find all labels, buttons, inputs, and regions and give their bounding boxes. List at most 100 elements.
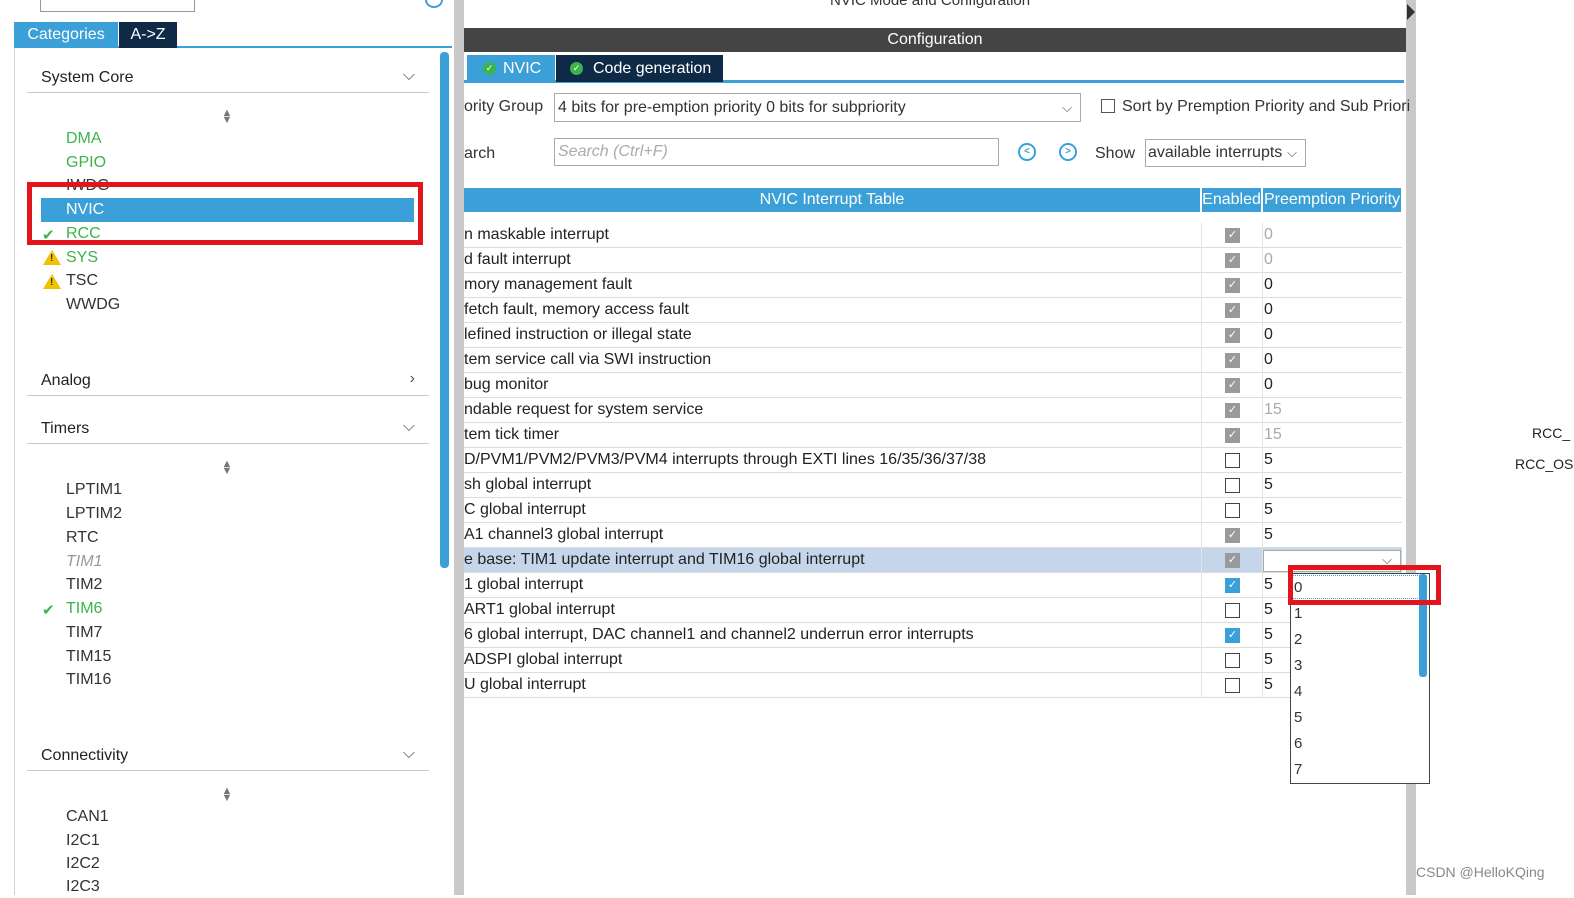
sidebar-item-can1[interactable]: CAN1 [66, 806, 109, 828]
table-row[interactable]: lefined instruction or illegal state ✓ 0 [464, 323, 1402, 348]
sidebar-item-tim16[interactable]: TIM16 [66, 669, 111, 691]
enabled-checkbox[interactable] [1225, 678, 1240, 693]
dropdown-option-1[interactable]: 1 [1294, 605, 1302, 622]
sidebar-item-tim1[interactable]: TIM1 [66, 551, 102, 573]
enabled-cell: ✓ [1201, 348, 1263, 373]
section-connectivity[interactable]: Connectivity ⌵ [27, 745, 429, 771]
preemption-priority[interactable]: 5 [1264, 501, 1273, 519]
previous-icon[interactable]: < [1018, 143, 1036, 161]
sidebar-item-tim6[interactable]: TIM6 [66, 598, 102, 620]
section-analog[interactable]: Analog › [27, 370, 429, 396]
preemption-priority[interactable]: 0 [1264, 276, 1273, 294]
table-row[interactable]: tem service call via SWI instruction ✓ 0 [464, 348, 1402, 373]
table-row[interactable]: sh global interrupt 5 [464, 473, 1402, 498]
enabled-checkbox[interactable] [1225, 653, 1240, 668]
table-row[interactable]: n maskable interrupt ✓ 0 [464, 223, 1402, 248]
next-icon[interactable]: > [1059, 143, 1077, 161]
preemption-priority[interactable]: 5 [1264, 526, 1273, 544]
panel-divider[interactable] [454, 0, 464, 895]
sort-checkbox[interactable] [1101, 99, 1115, 113]
dropdown-option-2[interactable]: 2 [1294, 631, 1302, 648]
table-row[interactable]: D/PVM1/PVM2/PVM3/PVM4 interrupts through… [464, 448, 1402, 473]
dropdown-option-6[interactable]: 6 [1294, 735, 1302, 752]
sort-icon[interactable]: ▲ ▼ [221, 459, 233, 477]
tab-nvic[interactable]: ✓ NVIC [467, 55, 555, 82]
preemption-priority[interactable]: 5 [1264, 576, 1273, 594]
preemption-priority[interactable]: 0 [1264, 326, 1273, 344]
preemption-priority[interactable]: 0 [1264, 301, 1273, 319]
table-row[interactable]: ndable request for system service ✓ 15 [464, 398, 1402, 423]
preemption-priority[interactable]: 5 [1264, 676, 1273, 694]
interrupt-name: ART1 global interrupt [464, 601, 615, 618]
tab-categories[interactable]: Categories [14, 22, 118, 48]
collapse-arrow-icon[interactable] [1407, 4, 1415, 20]
table-row[interactable]: 1 global interrupt ✓ 5 [464, 573, 1402, 598]
table-row[interactable]: bug monitor ✓ 0 [464, 373, 1402, 398]
preemption-priority[interactable]: 5 [1264, 651, 1273, 669]
table-row[interactable]: ADSPI global interrupt 5 [464, 648, 1402, 673]
sidebar-item-lptim2[interactable]: LPTIM2 [66, 503, 122, 525]
dropdown-option-5[interactable]: 5 [1294, 709, 1302, 726]
column-header-preemption[interactable]: Preemption Priority [1263, 188, 1401, 212]
top-search-box[interactable] [40, 0, 195, 12]
enabled-checkbox: ✓ [1225, 303, 1240, 318]
sidebar-item-sys[interactable]: SYS [66, 247, 98, 269]
column-header-name[interactable]: NVIC Interrupt Table [464, 188, 1200, 212]
dropdown-option-3[interactable]: 3 [1294, 657, 1302, 674]
enabled-cell: ✓ [1201, 223, 1263, 248]
table-row[interactable]: tem tick timer ✓ 15 [464, 423, 1402, 448]
sidebar-item-lptim1[interactable]: LPTIM1 [66, 479, 122, 501]
table-row-selected[interactable]: e base: TIM1 update interrupt and TIM16 … [464, 548, 1402, 573]
sidebar-item-wwdg[interactable]: WWDG [66, 294, 120, 316]
table-row[interactable]: ART1 global interrupt 5 [464, 598, 1402, 623]
preemption-priority[interactable]: 0 [1264, 351, 1273, 369]
enabled-checkbox[interactable] [1225, 603, 1240, 618]
dropdown-option-7[interactable]: 7 [1294, 761, 1302, 778]
left-scrollbar[interactable] [440, 52, 449, 568]
table-row[interactable]: d fault interrupt ✓ 0 [464, 248, 1402, 273]
sidebar-item-dma[interactable]: DMA [66, 128, 102, 150]
table-row[interactable]: U global interrupt 5 [464, 673, 1402, 698]
sidebar-item-tim7[interactable]: TIM7 [66, 622, 102, 644]
sort-icon[interactable]: ▲ ▼ [221, 786, 233, 804]
show-select[interactable]: available interrupts ⌵ [1145, 139, 1306, 167]
preemption-priority[interactable]: 0 [1264, 376, 1273, 394]
table-row[interactable]: mory management fault ✓ 0 [464, 273, 1402, 298]
preemption-priority[interactable]: 5 [1264, 626, 1273, 644]
table-row[interactable]: A1 channel3 global interrupt ✓ 5 [464, 523, 1402, 548]
section-timers[interactable]: Timers ⌵ [27, 418, 429, 444]
sidebar-item-i2c2[interactable]: I2C2 [66, 853, 100, 875]
preemption-priority[interactable]: 5 [1264, 601, 1273, 619]
gear-icon[interactable] [425, 0, 443, 8]
priority-group-select[interactable]: 4 bits for pre-emption priority 0 bits f… [554, 93, 1081, 122]
preemption-priority[interactable]: 5 [1264, 451, 1273, 469]
table-row[interactable]: fetch fault, memory access fault ✓ 0 [464, 298, 1402, 323]
warning-icon: ! [43, 250, 61, 265]
tab-a-z[interactable]: A->Z [119, 22, 177, 48]
tab-code-generation[interactable]: ✓ Code generation [556, 55, 723, 82]
table-row[interactable]: C global interrupt 5 [464, 498, 1402, 523]
interrupt-name: sh global interrupt [464, 476, 592, 493]
enabled-checkbox[interactable] [1225, 503, 1240, 518]
sidebar-item-rtc[interactable]: RTC [66, 527, 99, 549]
search-input[interactable]: Search (Ctrl+F) [554, 138, 999, 166]
dropdown-option-4[interactable]: 4 [1294, 683, 1302, 700]
sidebar-item-gpio[interactable]: GPIO [66, 152, 106, 174]
interrupt-name: mory management fault [464, 276, 633, 293]
enabled-checkbox[interactable] [1225, 453, 1240, 468]
preemption-priority[interactable]: 5 [1264, 476, 1273, 494]
sidebar-item-tsc[interactable]: TSC [66, 270, 98, 292]
table-row[interactable]: 6 global interrupt, DAC channel1 and cha… [464, 623, 1402, 648]
preemption-priority: 15 [1264, 426, 1282, 443]
enabled-checkbox[interactable] [1225, 478, 1240, 493]
enabled-checkbox[interactable]: ✓ [1225, 578, 1240, 593]
section-system-core[interactable]: System Core ⌵ [27, 67, 429, 93]
column-header-enabled[interactable]: Enabled [1202, 188, 1261, 212]
sidebar-item-i2c1[interactable]: I2C1 [66, 830, 100, 852]
sidebar-item-tim2[interactable]: TIM2 [66, 574, 102, 596]
sort-icon[interactable]: ▲ ▼ [221, 108, 233, 126]
sidebar-item-tim15[interactable]: TIM15 [66, 646, 111, 668]
interrupt-name: fetch fault, memory access fault [464, 301, 689, 318]
enabled-cell: ✓ [1201, 623, 1263, 648]
enabled-checkbox[interactable]: ✓ [1225, 628, 1240, 643]
